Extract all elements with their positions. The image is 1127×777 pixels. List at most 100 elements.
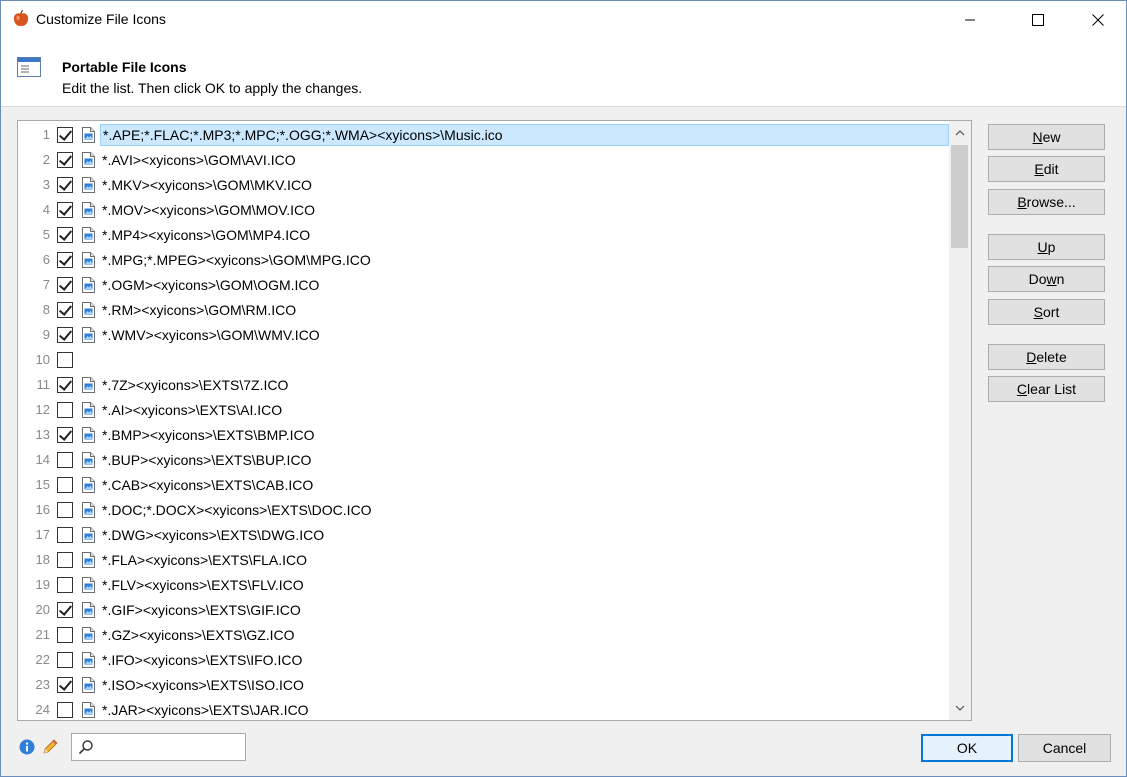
scrollbar-thumb[interactable] bbox=[951, 145, 968, 248]
row-text: *.7Z><xyicons>\EXTS\7Z.ICO bbox=[102, 377, 289, 393]
list-row[interactable]: 24 *.JAR><xyicons>\EXTS\JAR.ICO bbox=[18, 698, 948, 720]
file-image-icon bbox=[82, 202, 95, 218]
ok-button[interactable]: OK bbox=[921, 734, 1013, 762]
scroll-down-button[interactable] bbox=[949, 698, 971, 718]
row-text: *.MP4><xyicons>\GOM\MP4.ICO bbox=[102, 227, 311, 243]
row-checkbox[interactable] bbox=[57, 552, 73, 568]
up-button[interactable]: Up bbox=[988, 234, 1105, 260]
list-row[interactable]: 11 *.7Z><xyicons>\EXTS\7Z.ICO bbox=[18, 373, 948, 398]
sort-button[interactable]: Sort bbox=[988, 299, 1105, 325]
window-title: Customize File Icons bbox=[36, 11, 166, 27]
list-row[interactable]: 21 *.GZ><xyicons>\EXTS\GZ.ICO bbox=[18, 623, 948, 648]
row-number: 7 bbox=[42, 277, 50, 292]
row-checkbox[interactable] bbox=[57, 577, 73, 593]
row-text: *.AI><xyicons>\EXTS\AI.ICO bbox=[102, 402, 283, 418]
file-icon-list[interactable]: 24 *.JAR><xyicons>\EXTS\JAR.ICO 23 *.ISO><x… bbox=[17, 120, 972, 721]
row-number: 24 bbox=[35, 702, 50, 717]
list-row[interactable]: 7 *.OGM><xyicons>\GOM\OGM.ICO bbox=[18, 273, 948, 298]
info-icon[interactable] bbox=[19, 739, 35, 755]
row-text: *.GIF><xyicons>\EXTS\GIF.ICO bbox=[102, 602, 301, 618]
pencil-icon[interactable] bbox=[41, 738, 59, 756]
minimize-button[interactable] bbox=[947, 1, 993, 39]
row-checkbox[interactable] bbox=[57, 177, 73, 193]
list-row[interactable]: 2 *.AVI><xyicons>\GOM\AVI.ICO bbox=[18, 148, 948, 173]
row-checkbox[interactable] bbox=[57, 127, 73, 143]
list-row[interactable]: 6 *.MPG;*.MPEG><xyicons>\GOM\MPG.ICO bbox=[18, 248, 948, 273]
file-image-icon bbox=[82, 327, 95, 343]
row-text: *.WMV><xyicons>\GOM\WMV.ICO bbox=[102, 327, 320, 343]
list-row[interactable]: 14 *.BUP><xyicons>\EXTS\BUP.ICO bbox=[18, 448, 948, 473]
list-row[interactable]: 1 *.APE;*.FLAC;*.MP3;*.MPC;*.OGG;*.WMA><x… bbox=[18, 123, 949, 148]
row-text: *.JAR><xyicons>\EXTS\JAR.ICO bbox=[102, 702, 309, 718]
row-checkbox[interactable] bbox=[57, 677, 73, 693]
row-checkbox[interactable] bbox=[57, 652, 73, 668]
list-row[interactable]: 20 *.GIF><xyicons>\EXTS\GIF.ICO bbox=[18, 598, 948, 623]
row-checkbox[interactable] bbox=[57, 302, 73, 318]
row-text: *.FLA><xyicons>\EXTS\FLA.ICO bbox=[102, 552, 308, 568]
list-row[interactable]: 9 *.WMV><xyicons>\GOM\WMV.ICO bbox=[18, 323, 948, 348]
list-row[interactable]: 22 *.IFO><xyicons>\EXTS\IFO.ICO bbox=[18, 648, 948, 673]
row-text: *.DWG><xyicons>\EXTS\DWG.ICO bbox=[102, 527, 325, 543]
maximize-icon bbox=[1032, 14, 1044, 26]
row-number: 19 bbox=[35, 577, 50, 592]
browse-button[interactable]: Browse... bbox=[988, 189, 1105, 215]
scroll-up-button[interactable] bbox=[949, 123, 971, 143]
row-checkbox[interactable] bbox=[57, 427, 73, 443]
file-image-icon bbox=[82, 452, 95, 468]
row-checkbox[interactable] bbox=[57, 252, 73, 268]
clear-list-button[interactable]: Clear List bbox=[988, 376, 1105, 402]
list-window-icon bbox=[17, 57, 41, 77]
list-row[interactable]: 19 *.FLV><xyicons>\EXTS\FLV.ICO bbox=[18, 573, 948, 598]
search-input[interactable] bbox=[98, 737, 242, 757]
down-button[interactable]: Down bbox=[988, 266, 1105, 292]
row-checkbox[interactable] bbox=[57, 702, 73, 718]
list-row[interactable]: 16 *.DOC;*.DOCX><xyicons>\EXTS\DOC.ICO bbox=[18, 498, 948, 523]
row-checkbox[interactable] bbox=[57, 627, 73, 643]
row-checkbox[interactable] bbox=[57, 277, 73, 293]
list-row[interactable]: 3 *.MKV><xyicons>\GOM\MKV.ICO bbox=[18, 173, 948, 198]
row-checkbox[interactable] bbox=[57, 377, 73, 393]
list-row[interactable]: 18 *.FLA><xyicons>\EXTS\FLA.ICO bbox=[18, 548, 948, 573]
list-row[interactable]: 23 *.ISO><xyicons>\EXTS\ISO.ICO bbox=[18, 673, 948, 698]
list-row[interactable]: 15 *.CAB><xyicons>\EXTS\CAB.ICO bbox=[18, 473, 948, 498]
vertical-scrollbar[interactable] bbox=[949, 121, 971, 720]
file-image-icon bbox=[82, 577, 95, 593]
row-checkbox[interactable] bbox=[57, 202, 73, 218]
title-bar[interactable]: Customize File Icons bbox=[1, 1, 1126, 39]
row-checkbox[interactable] bbox=[57, 402, 73, 418]
file-image-icon bbox=[82, 377, 95, 393]
list-row[interactable]: 5 *.MP4><xyicons>\GOM\MP4.ICO bbox=[18, 223, 948, 248]
maximize-button[interactable] bbox=[1015, 1, 1061, 39]
search-box[interactable] bbox=[71, 733, 246, 761]
list-row[interactable]: 17 *.DWG><xyicons>\EXTS\DWG.ICO bbox=[18, 523, 948, 548]
row-checkbox[interactable] bbox=[57, 502, 73, 518]
edit-button[interactable]: Edit bbox=[988, 156, 1105, 182]
list-row[interactable]: 10 bbox=[18, 348, 948, 373]
row-checkbox[interactable] bbox=[57, 452, 73, 468]
row-number: 22 bbox=[35, 652, 50, 667]
close-button[interactable] bbox=[1075, 1, 1121, 39]
list-row[interactable]: 12 *.AI><xyicons>\EXTS\AI.ICO bbox=[18, 398, 948, 423]
row-checkbox[interactable] bbox=[57, 527, 73, 543]
new-button[interactable]: New bbox=[988, 124, 1105, 150]
row-number: 2 bbox=[42, 152, 50, 167]
row-checkbox[interactable] bbox=[57, 152, 73, 168]
row-checkbox[interactable] bbox=[57, 227, 73, 243]
list-row[interactable]: 4 *.MOV><xyicons>\GOM\MOV.ICO bbox=[18, 198, 948, 223]
row-checkbox[interactable] bbox=[57, 352, 73, 368]
cancel-button[interactable]: Cancel bbox=[1018, 734, 1111, 762]
list-row[interactable]: 13 *.BMP><xyicons>\EXTS\BMP.ICO bbox=[18, 423, 948, 448]
row-number: 10 bbox=[35, 352, 50, 367]
file-image-icon bbox=[82, 227, 95, 243]
row-text: *.CAB><xyicons>\EXTS\CAB.ICO bbox=[102, 477, 314, 493]
row-checkbox[interactable] bbox=[57, 327, 73, 343]
delete-button[interactable]: Delete bbox=[988, 344, 1105, 370]
row-number: 8 bbox=[42, 302, 50, 317]
row-checkbox[interactable] bbox=[57, 477, 73, 493]
row-checkbox[interactable] bbox=[57, 602, 73, 618]
row-number: 6 bbox=[42, 252, 50, 267]
row-text: *.MOV><xyicons>\GOM\MOV.ICO bbox=[102, 202, 316, 218]
list-row[interactable]: 8 *.RM><xyicons>\GOM\RM.ICO bbox=[18, 298, 948, 323]
row-number: 16 bbox=[35, 502, 50, 517]
file-image-icon bbox=[82, 602, 95, 618]
